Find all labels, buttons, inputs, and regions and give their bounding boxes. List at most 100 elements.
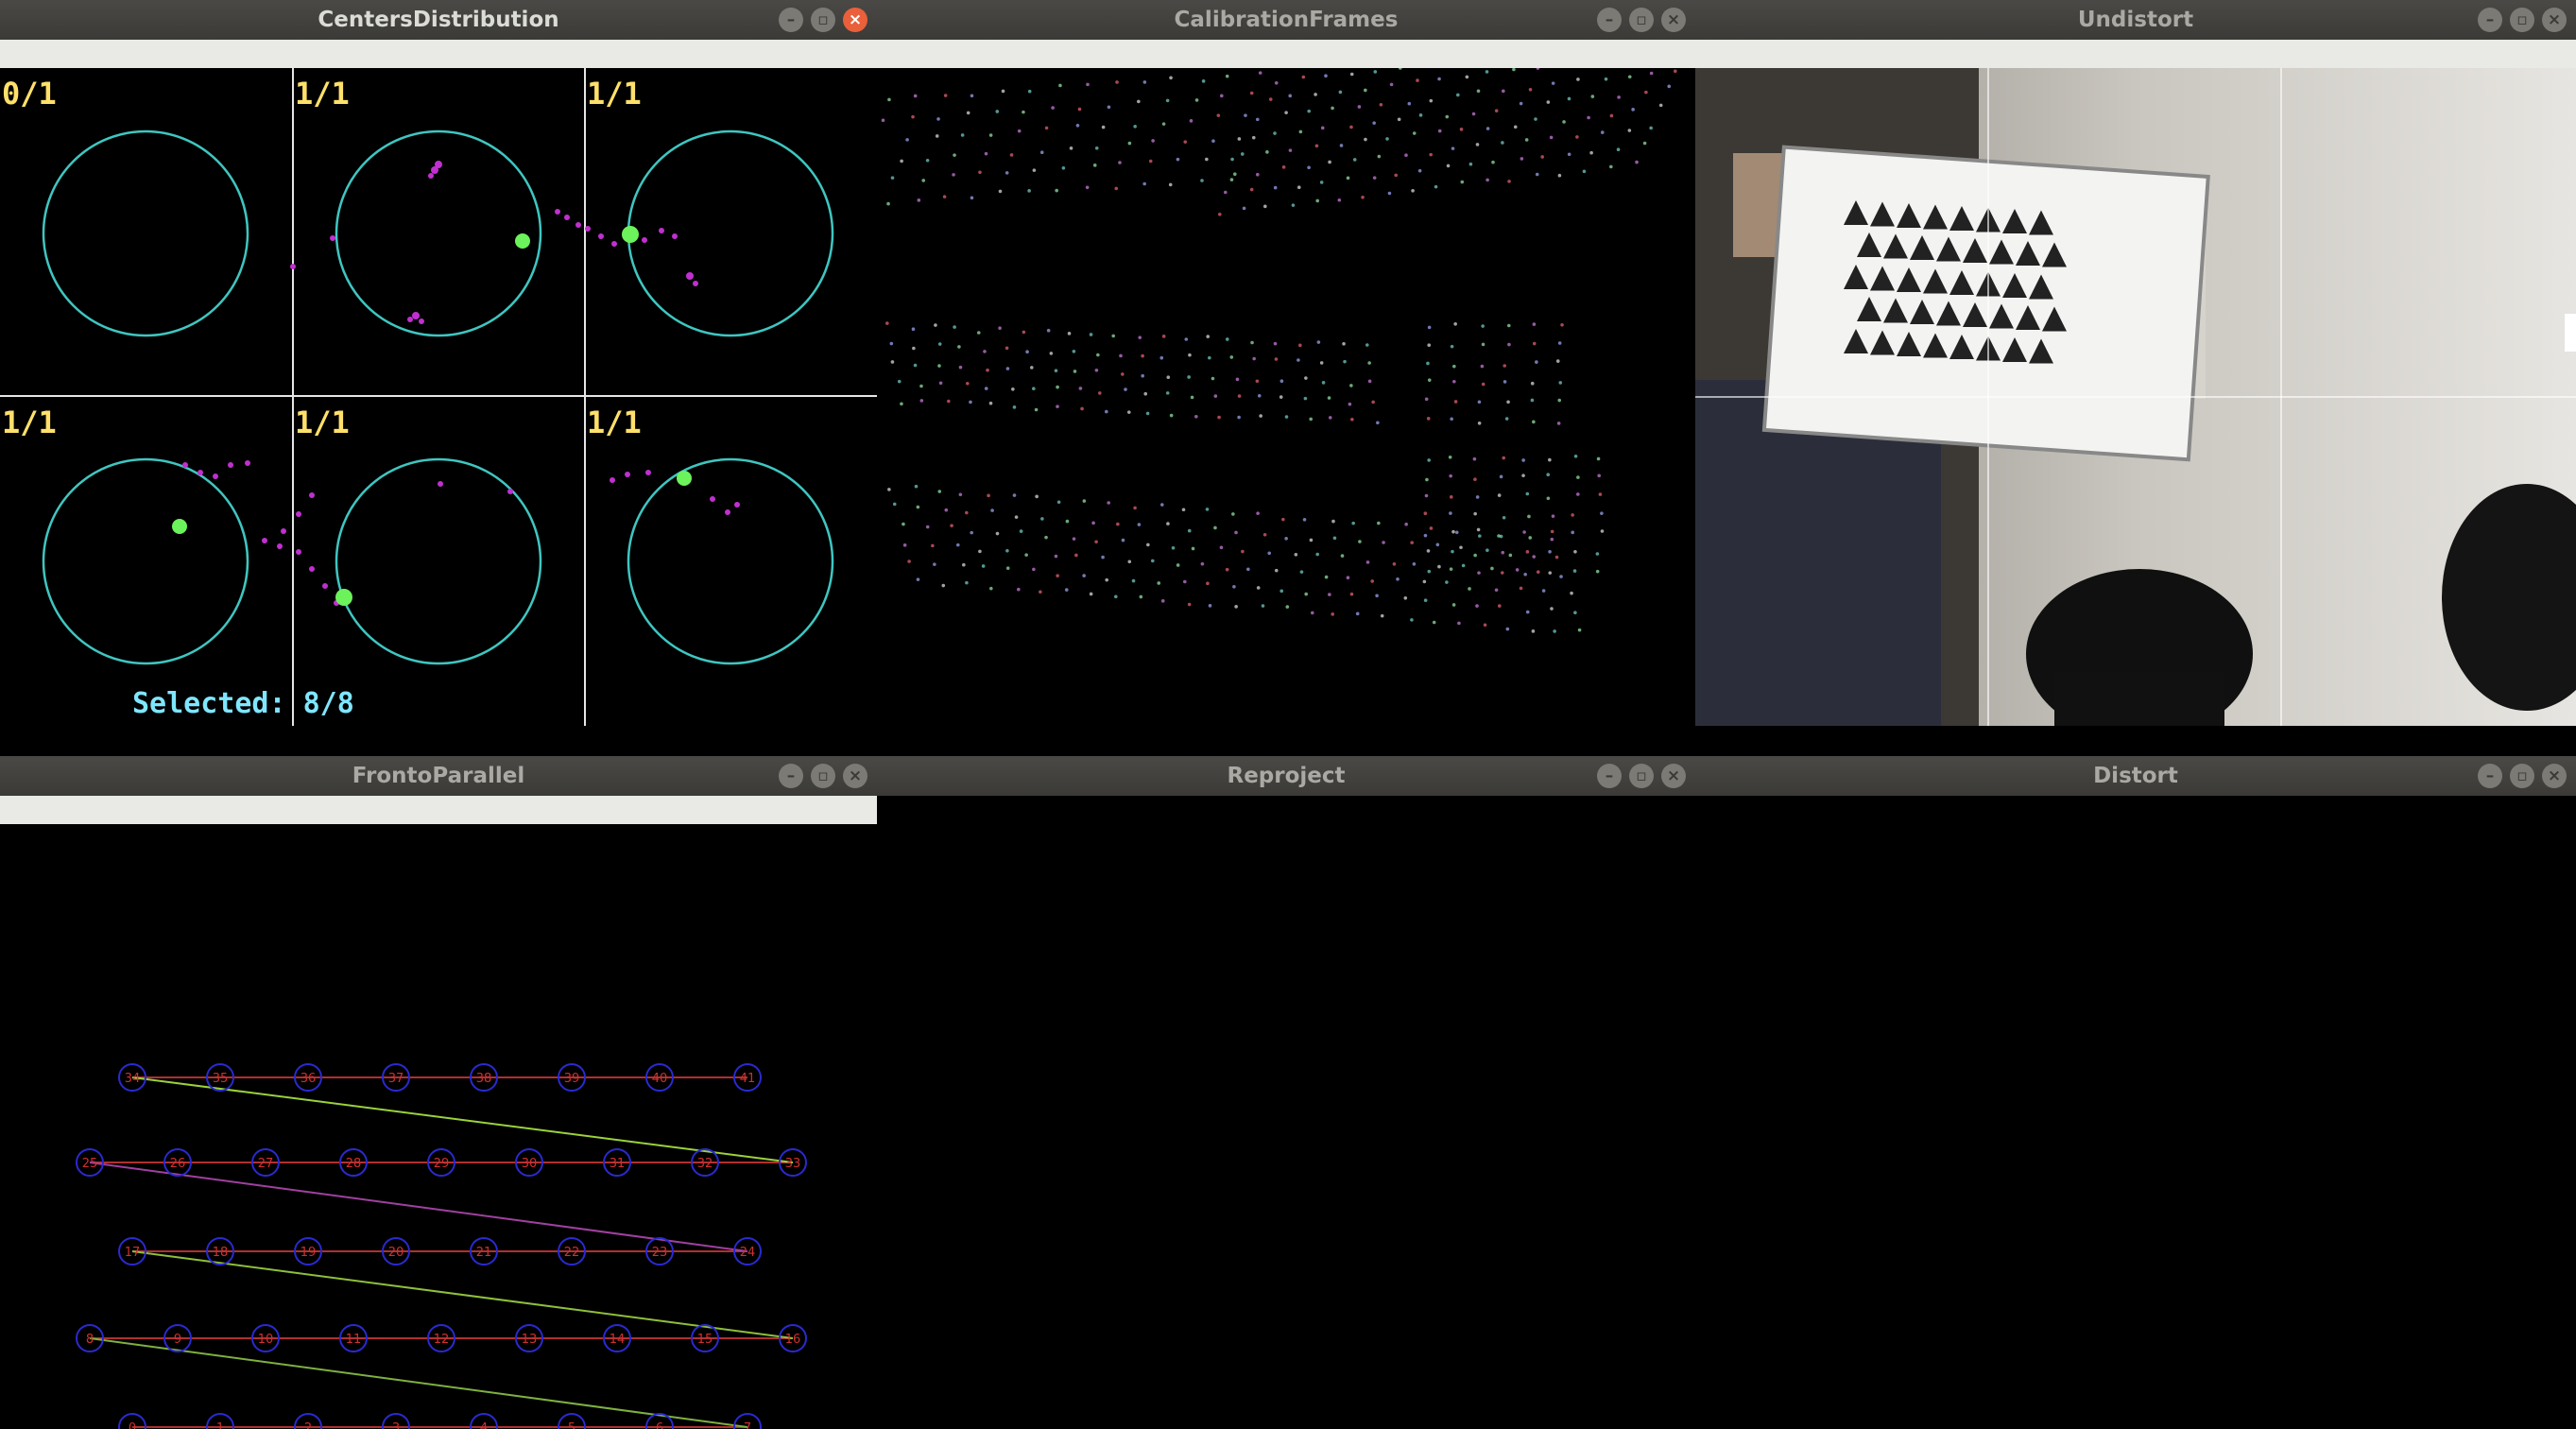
- calibration-point-cluster: [885, 321, 1380, 425]
- pattern-point-index: 15: [697, 1333, 713, 1347]
- window-titlebar[interactable]: Distort – ▫ ×: [1695, 756, 2576, 796]
- maximize-icon[interactable]: ▫: [2510, 764, 2534, 788]
- distort-window[interactable]: Distort – ▫ ×: [1695, 756, 2576, 1429]
- centers-distribution-window[interactable]: CentersDistribution – ▫ × 0/1 1/1 1/1 1/…: [0, 0, 877, 737]
- minimize-icon[interactable]: –: [2478, 764, 2502, 788]
- undistort-window[interactable]: Undistort – ▫ ×: [1695, 0, 2576, 737]
- pattern-point-index: 28: [346, 1157, 362, 1171]
- pattern-point-index: 36: [301, 1072, 317, 1086]
- cell-count-label: 1/1: [587, 405, 642, 440]
- pattern-point-index: 30: [522, 1157, 538, 1171]
- pattern-point-index: 8: [86, 1333, 94, 1347]
- pattern-point-index: 37: [388, 1072, 404, 1086]
- pattern-point-index: 3: [392, 1421, 400, 1429]
- close-icon[interactable]: ×: [2542, 764, 2567, 788]
- close-icon[interactable]: ×: [843, 764, 867, 788]
- pattern-point-index: 19: [301, 1246, 317, 1260]
- pattern-point-index: 12: [434, 1333, 450, 1347]
- calibration-point-cluster: [1423, 455, 1605, 577]
- calibration-point-cluster: [1424, 322, 1564, 425]
- maximize-icon[interactable]: ▫: [2510, 8, 2534, 32]
- cell-count-label: 1/1: [295, 405, 350, 440]
- close-icon[interactable]: ×: [1661, 764, 1686, 788]
- pattern-point-index: 11: [346, 1333, 362, 1347]
- zigzag-connection-line: [89, 1162, 748, 1252]
- fronto-parallel-window[interactable]: FrontoParallel – ▫ × 34 35 36 37 38 39 40 41 25 2…: [0, 756, 877, 1429]
- pattern-point-index: 32: [697, 1157, 713, 1171]
- minimize-icon[interactable]: –: [779, 764, 803, 788]
- pattern-point-index: 5: [568, 1421, 575, 1429]
- maximize-icon[interactable]: ▫: [811, 764, 835, 788]
- window-titlebar[interactable]: CalibrationFrames – ▫ ×: [877, 0, 1695, 40]
- centers-canvas: 0/1 1/1 1/1 1/1 1/1 1/1 Selected: 8/8: [0, 68, 877, 737]
- pattern-point-index: 25: [82, 1157, 98, 1171]
- pattern-point-index: 31: [610, 1157, 626, 1171]
- calibration-frames-window[interactable]: CalibrationFrames – ▫ ×: [877, 0, 1695, 737]
- pattern-point-index: 16: [785, 1333, 801, 1347]
- pattern-point-index: 4: [480, 1421, 488, 1429]
- window-titlebar[interactable]: Undistort – ▫ ×: [1695, 0, 2576, 40]
- calibration-board: [1761, 145, 2210, 462]
- range-circle: [627, 457, 834, 665]
- pattern-point-index: 33: [785, 1157, 801, 1171]
- window-toolbar: [0, 40, 877, 68]
- pattern-point-index: 21: [476, 1246, 492, 1260]
- pattern-point-index: 13: [522, 1333, 538, 1347]
- close-icon[interactable]: ×: [843, 8, 867, 32]
- window-toolbar: [877, 40, 1695, 68]
- zigzag-connection-line: [131, 1076, 794, 1163]
- pattern-point-index: 38: [476, 1072, 492, 1086]
- center-trail: [182, 161, 740, 606]
- window-title: FrontoParallel: [352, 764, 525, 788]
- window-title: Reproject: [1227, 764, 1346, 788]
- calibration-points-plot: [881, 68, 1677, 633]
- range-circle: [42, 129, 249, 337]
- pattern-point-index: 34: [125, 1072, 141, 1086]
- pattern-point-index: 22: [564, 1246, 580, 1260]
- window-titlebar[interactable]: CentersDistribution – ▫ ×: [0, 0, 877, 40]
- fronto-canvas: 34 35 36 37 38 39 40 41 25 26 27 28 29 30 31 32 33 17 18 19…: [0, 824, 877, 1429]
- pattern-point-index: 26: [170, 1157, 186, 1171]
- calibration-point-cluster: [887, 484, 1582, 633]
- minimize-icon[interactable]: –: [1597, 764, 1622, 788]
- pattern-point-index: 24: [740, 1246, 756, 1260]
- cell-count-label: 1/1: [2, 405, 57, 440]
- selected-count-label: Selected: 8/8: [132, 687, 354, 720]
- minimize-icon[interactable]: –: [779, 8, 803, 32]
- range-circle: [627, 129, 834, 337]
- pattern-point-index: 7: [744, 1421, 751, 1429]
- window-title: Distort: [2093, 764, 2178, 788]
- undistort-canvas: [1695, 68, 2576, 737]
- pattern-point-index: 14: [610, 1333, 626, 1347]
- pattern-point-index: 9: [174, 1333, 181, 1347]
- pattern-point-index: 10: [258, 1333, 274, 1347]
- maximize-icon[interactable]: ▫: [1629, 8, 1654, 32]
- window-title: CalibrationFrames: [1174, 8, 1399, 32]
- close-icon[interactable]: ×: [2542, 8, 2567, 32]
- minimize-icon[interactable]: –: [1597, 8, 1622, 32]
- zigzag-connection-line: [131, 1250, 794, 1339]
- pattern-point-index: 40: [652, 1072, 668, 1086]
- window-titlebar[interactable]: Reproject – ▫ ×: [877, 756, 1695, 796]
- pattern-point-index: 20: [388, 1246, 404, 1260]
- calibration-point-cluster: [881, 71, 1262, 206]
- window-toolbar: [1695, 40, 2576, 68]
- pattern-point-index: 1: [216, 1421, 224, 1429]
- reproject-window[interactable]: Reproject – ▫ ×: [877, 756, 1695, 1429]
- maximize-icon[interactable]: ▫: [811, 8, 835, 32]
- window-title: CentersDistribution: [318, 8, 559, 32]
- maximize-icon[interactable]: ▫: [1629, 764, 1654, 788]
- window-title: Undistort: [2077, 8, 2194, 32]
- calibration-canvas: [877, 68, 1695, 737]
- distort-canvas: [1695, 796, 2576, 1429]
- close-icon[interactable]: ×: [1661, 8, 1686, 32]
- pattern-point-index: 41: [740, 1072, 756, 1086]
- minimize-icon[interactable]: –: [2478, 8, 2502, 32]
- pattern-point-index: 29: [434, 1157, 450, 1171]
- calibration-point-cluster: [1217, 68, 1677, 216]
- fronto-parallel-pattern: 34 35 36 37 38 39 40 4125 26 27 28 29 30 31 32 3317 18 19…: [76, 1063, 807, 1429]
- window-titlebar[interactable]: FrontoParallel – ▫ ×: [0, 756, 877, 796]
- pattern-point-index: 2: [304, 1421, 312, 1429]
- reproject-canvas: [877, 796, 1695, 1429]
- zigzag-connection-line: [89, 1337, 748, 1428]
